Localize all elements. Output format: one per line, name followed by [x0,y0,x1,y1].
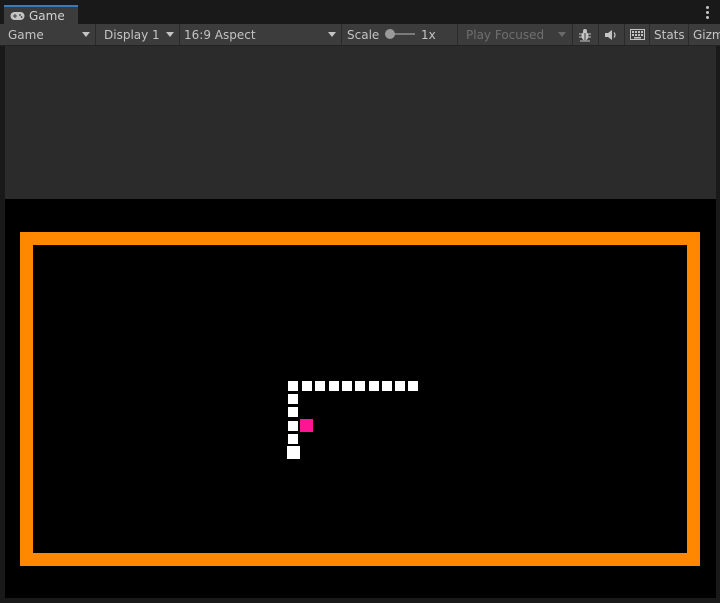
snake-segment [369,381,379,391]
scale-value-text: 1x [421,27,436,42]
keyboard-icon [629,29,645,40]
snake-segment [288,381,298,391]
snake-segment [288,421,298,431]
scale-label-text: Scale [347,27,380,42]
view-mode-dropdown[interactable]: Game [3,24,95,45]
letterbox-area [5,46,716,199]
gizmos-label: Gizmos [693,27,720,42]
stats-button[interactable]: Stats [649,24,689,45]
aspect-dropdown[interactable]: 16:9 Aspect [179,24,341,45]
keyboard-shortcuts-button[interactable] [628,24,646,45]
mute-audio-button[interactable] [602,24,620,45]
bug-icon [579,28,591,41]
view-mode-label: Game [8,27,44,42]
chevron-down-icon [82,32,90,37]
more-options-icon[interactable] [706,6,710,20]
snake-segment [329,381,339,391]
gamepad-icon [10,11,25,20]
arena-wall [20,232,700,566]
snake-segment [355,381,365,391]
snake-head [287,446,300,459]
snake-segment [288,434,298,444]
snake-segment [288,394,298,404]
snake-segment [302,381,312,391]
chevron-down-icon [558,32,566,37]
snake-segment [315,381,325,391]
snake-segment [382,381,392,391]
play-mode-label: Play Focused [466,27,545,42]
speaker-icon [605,29,616,40]
window-edge [0,598,720,603]
tab-label: Game [29,8,65,23]
snake-segment [408,381,418,391]
scale-value: 1x [416,24,456,45]
stats-label: Stats [654,27,685,42]
gizmos-button[interactable]: Gizmos [688,24,720,45]
window-edge [716,46,720,603]
chevron-down-icon [166,32,174,37]
snake-segment [395,381,405,391]
chevron-down-icon [328,32,336,37]
play-mode-dropdown[interactable]: Play Focused [461,24,571,45]
tab-game[interactable]: Game [4,5,78,24]
debug-button[interactable] [576,24,594,45]
tab-bar: Game [0,0,720,24]
aspect-label: 16:9 Aspect [184,27,256,42]
scale-label: Scale [342,24,382,45]
scale-slider-handle[interactable] [385,29,395,39]
snake-segment [342,381,352,391]
display-label: Display 1 [104,27,160,42]
food-pellet [300,419,313,432]
display-dropdown[interactable]: Display 1 [99,24,179,45]
snake-segment [288,407,298,417]
